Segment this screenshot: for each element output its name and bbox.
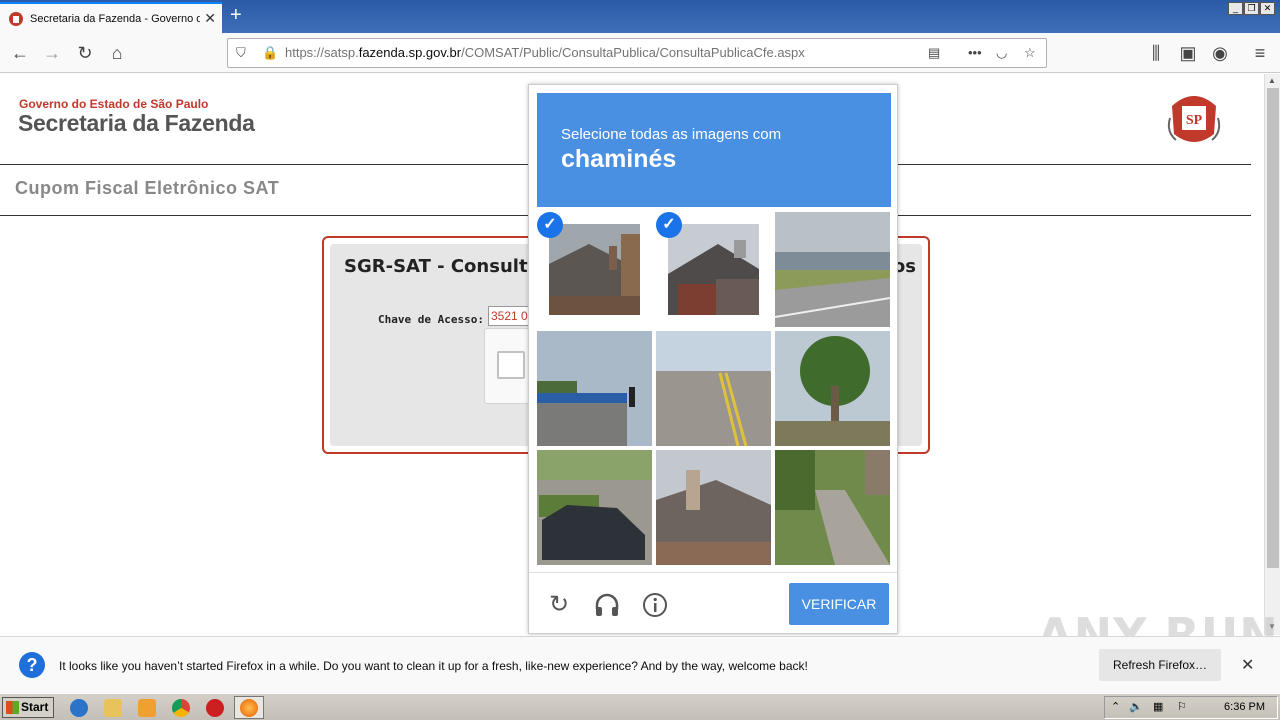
- reload-icon[interactable]: ↻: [75, 43, 95, 63]
- bookmark-star-icon[interactable]: ☆: [1024, 39, 1036, 67]
- reload-challenge-icon[interactable]: ↻: [545, 591, 573, 619]
- captcha-challenge: Selecione todas as imagens com chaminés …: [528, 84, 898, 634]
- gas-station-image: [537, 331, 652, 446]
- menu-icon[interactable]: ≡: [1250, 43, 1270, 63]
- captcha-instruction: Selecione todas as imagens com: [561, 126, 782, 143]
- sidebar-icon[interactable]: ▣: [1178, 43, 1198, 63]
- captcha-footer: ↻ VERIFICAR: [529, 572, 897, 634]
- home-icon[interactable]: ⌂: [107, 43, 127, 63]
- selected-check-icon: ✓: [537, 212, 563, 238]
- ie-icon[interactable]: [70, 699, 88, 717]
- notification-message: It looks like you haven’t started Firefo…: [59, 659, 808, 673]
- sp-crest-icon: [9, 11, 23, 26]
- tile-car[interactable]: [537, 450, 652, 565]
- browser-tab[interactable]: Secretaria da Fazenda - Governo d ✕: [0, 2, 222, 33]
- close-notification-icon[interactable]: ✕: [1241, 655, 1254, 675]
- lock-warning-icon[interactable]: 🔒: [262, 39, 278, 67]
- explorer-folder-icon[interactable]: [104, 699, 122, 717]
- close-window-button[interactable]: ✕: [1260, 2, 1275, 15]
- notification-bar: ? It looks like you haven’t started Fire…: [0, 636, 1280, 693]
- restore-button[interactable]: ❐: [1244, 2, 1259, 15]
- sp-coat-of-arms-logo: SP: [1167, 96, 1221, 142]
- tray-expand-icon[interactable]: ⌃: [1111, 700, 1120, 713]
- taskbar: Start ⌃ 🔈 ▦ ⚐ 6:36 PM: [0, 693, 1280, 720]
- palm-tree-image: [775, 331, 890, 446]
- back-icon[interactable]: ←: [10, 43, 30, 63]
- tab-bar: Secretaria da Fazenda - Governo d ✕ + _ …: [0, 0, 1280, 33]
- account-icon[interactable]: ◉: [1210, 43, 1230, 63]
- navigation-bar: ← → ↻ ⌂ ⛉ 🔒 https://satsp.fazenda.sp.gov…: [0, 33, 1280, 73]
- forward-icon[interactable]: →: [42, 43, 62, 63]
- new-tab-button[interactable]: +: [230, 5, 242, 25]
- chimney-roof-image: [656, 450, 771, 565]
- library-icon[interactable]: ⫼: [1146, 43, 1166, 63]
- car-image: [537, 450, 652, 565]
- captcha-target: chaminés: [561, 145, 677, 173]
- captcha-header: Selecione todas as imagens com chaminés: [537, 93, 891, 207]
- tile-house-roof-2[interactable]: ✓: [656, 212, 771, 327]
- section-title: Cupom Fiscal Eletrônico SAT: [15, 178, 280, 198]
- audio-challenge-icon[interactable]: [593, 591, 621, 619]
- url-bar[interactable]: ⛉ 🔒 https://satsp.fazenda.sp.gov.br/COMS…: [227, 38, 1047, 68]
- gov-header: Governo do Estado de São Paulo: [19, 97, 209, 111]
- tile-sidewalk[interactable]: [775, 450, 890, 565]
- reader-view-icon[interactable]: ▤: [928, 39, 940, 67]
- chrome-icon[interactable]: [172, 699, 190, 717]
- secretaria-title: Secretaria da Fazenda: [18, 110, 255, 136]
- selected-check-icon: ✓: [656, 212, 682, 238]
- tile-house-roof-1[interactable]: ✓: [537, 212, 652, 327]
- house-roof-image: [549, 224, 640, 315]
- chave-label: Chave de Acesso:: [378, 313, 484, 326]
- scrollbar-thumb[interactable]: [1267, 88, 1279, 568]
- recaptcha-checkbox[interactable]: [497, 351, 525, 379]
- tile-chimney-roof[interactable]: [656, 450, 771, 565]
- tab-close-icon[interactable]: ✕: [204, 10, 216, 27]
- tab-title: Secretaria da Fazenda - Governo d: [30, 12, 200, 25]
- firefox-icon: [240, 699, 258, 717]
- action-center-flag-icon[interactable]: ⚐: [1177, 700, 1187, 713]
- firefox-taskbar-item[interactable]: [234, 696, 264, 719]
- svg-text:SP: SP: [1186, 113, 1203, 128]
- url-text[interactable]: https://satsp.fazenda.sp.gov.br/COMSAT/P…: [285, 39, 805, 67]
- volume-icon[interactable]: 🔈: [1129, 700, 1143, 713]
- refresh-firefox-button[interactable]: Refresh Firefox…: [1099, 649, 1221, 681]
- minimize-button[interactable]: _: [1228, 2, 1243, 15]
- network-icon[interactable]: ▦: [1153, 700, 1163, 713]
- intersection-image: [656, 331, 771, 446]
- info-icon[interactable]: [641, 591, 669, 619]
- shield-icon[interactable]: ⛉: [236, 39, 246, 67]
- tile-intersection[interactable]: [656, 331, 771, 446]
- start-button[interactable]: Start: [2, 697, 54, 718]
- question-icon: ?: [19, 652, 45, 678]
- clock: 6:36 PM: [1224, 701, 1265, 713]
- verify-button[interactable]: VERIFICAR: [789, 583, 889, 625]
- sidewalk-image: [775, 450, 890, 565]
- pocket-icon[interactable]: ◡: [996, 39, 1007, 67]
- windows-logo-icon: [6, 701, 19, 714]
- media-player-icon[interactable]: [138, 699, 156, 717]
- house-roof-image: [668, 224, 759, 315]
- system-tray: ⌃ 🔈 ▦ ⚐ 6:36 PM: [1104, 696, 1278, 719]
- opera-icon[interactable]: [206, 699, 224, 717]
- tile-gas-station[interactable]: [537, 331, 652, 446]
- road-image: [775, 212, 890, 327]
- tile-road-lake[interactable]: [775, 212, 890, 327]
- start-label: Start: [21, 700, 49, 714]
- tile-palm-tree[interactable]: [775, 331, 890, 446]
- consulta-title: SGR-SAT - Consulta: [344, 256, 540, 277]
- page-scrollbar[interactable]: ▲ ▼: [1264, 74, 1280, 635]
- page-actions-icon[interactable]: •••: [968, 39, 982, 67]
